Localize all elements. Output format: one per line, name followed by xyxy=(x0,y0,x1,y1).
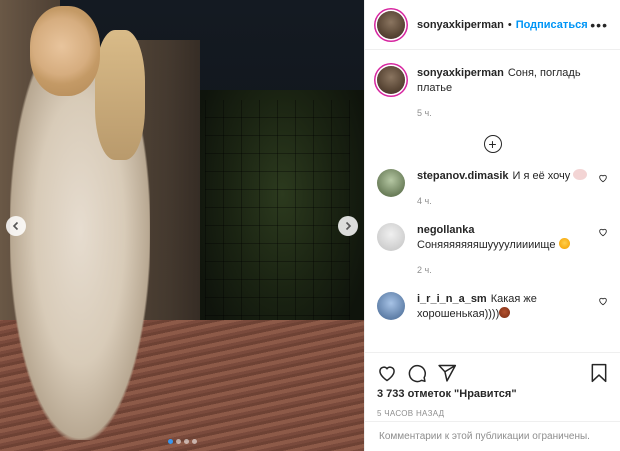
comment-username[interactable]: i_r_i_n_a_sm xyxy=(417,293,487,305)
post-header: sonyaxkiperman • Подписаться ••• xyxy=(365,0,620,50)
emoji-icon xyxy=(573,169,588,180)
action-icons xyxy=(377,361,609,385)
comment-item: i_r_i_n_a_sm Какая же хорошенькая)))) xyxy=(377,292,608,322)
carousel-dot xyxy=(168,439,173,444)
photo-hair xyxy=(95,30,145,160)
comment-time: 4 ч. xyxy=(417,196,432,206)
comment-text: Соняяяяяяяшуууулиииище xyxy=(417,239,556,251)
football-emoji-icon xyxy=(499,307,511,318)
author-avatar[interactable] xyxy=(377,10,405,39)
star-eyes-emoji-icon xyxy=(558,238,570,249)
photo-railing-grid xyxy=(205,100,350,340)
plus-circle-icon[interactable]: + xyxy=(483,135,502,153)
carousel-prev-button[interactable] xyxy=(6,216,26,236)
carousel-dot xyxy=(192,439,197,444)
chevron-left-icon xyxy=(12,221,19,231)
load-more-comments: + xyxy=(377,135,608,153)
comment-like-heart-icon[interactable] xyxy=(598,227,608,237)
heart-icon[interactable] xyxy=(377,363,397,383)
comment-like-heart-icon[interactable] xyxy=(598,173,608,183)
author-username[interactable]: sonyaxkiperman xyxy=(417,19,504,31)
carousel-dot xyxy=(176,439,181,444)
post-actions: 3 733 отметок "Нравится" 5 ЧАСОВ НАЗАД xyxy=(365,352,620,418)
comment-icon[interactable] xyxy=(407,363,427,383)
comment-item: stepanov.dimasik И я её хочу 4 ч. xyxy=(377,169,608,209)
post-time: 5 ЧАСОВ НАЗАД xyxy=(377,409,445,418)
share-icon[interactable] xyxy=(437,363,457,383)
carousel-dot xyxy=(184,439,189,444)
caption-avatar[interactable] xyxy=(377,66,405,94)
comments-list: sonyaxkiperman Соня, погладь платье 5 ч. … xyxy=(365,66,620,322)
carousel-next-button[interactable] xyxy=(338,216,358,236)
comment-avatar[interactable] xyxy=(377,223,405,251)
comment-avatar[interactable] xyxy=(377,292,405,320)
comment-text: И я её хочу xyxy=(512,170,571,182)
photo-face xyxy=(30,6,100,96)
header-separator: • xyxy=(507,18,512,31)
comment-like-heart-icon[interactable] xyxy=(598,296,608,306)
post-photo[interactable] xyxy=(0,0,364,451)
post-side-panel: sonyaxkiperman • Подписаться ••• sonyaxk… xyxy=(364,0,620,451)
chevron-right-icon xyxy=(345,221,352,231)
follow-button[interactable]: Подписаться xyxy=(516,19,588,31)
comment-time: 2 ч. xyxy=(417,265,432,275)
comment-username[interactable]: negollanka xyxy=(417,224,474,236)
more-options-icon[interactable]: ••• xyxy=(590,17,608,33)
comments-limited-notice: Комментарии к этой публикации ограничены… xyxy=(365,421,620,451)
bookmark-icon[interactable] xyxy=(589,363,609,383)
post-caption: sonyaxkiperman Соня, погладь платье 5 ч. xyxy=(377,66,608,121)
likes-count[interactable]: 3 733 отметок "Нравится" xyxy=(377,388,609,400)
carousel-dots xyxy=(168,439,197,444)
comment-avatar[interactable] xyxy=(377,169,405,197)
caption-time: 5 ч. xyxy=(417,108,432,118)
caption-username[interactable]: sonyaxkiperman xyxy=(417,67,504,79)
comment-username[interactable]: stepanov.dimasik xyxy=(417,170,509,182)
comment-item: negollanka Соняяяяяяяшуууулиииище 2 ч. xyxy=(377,223,608,278)
